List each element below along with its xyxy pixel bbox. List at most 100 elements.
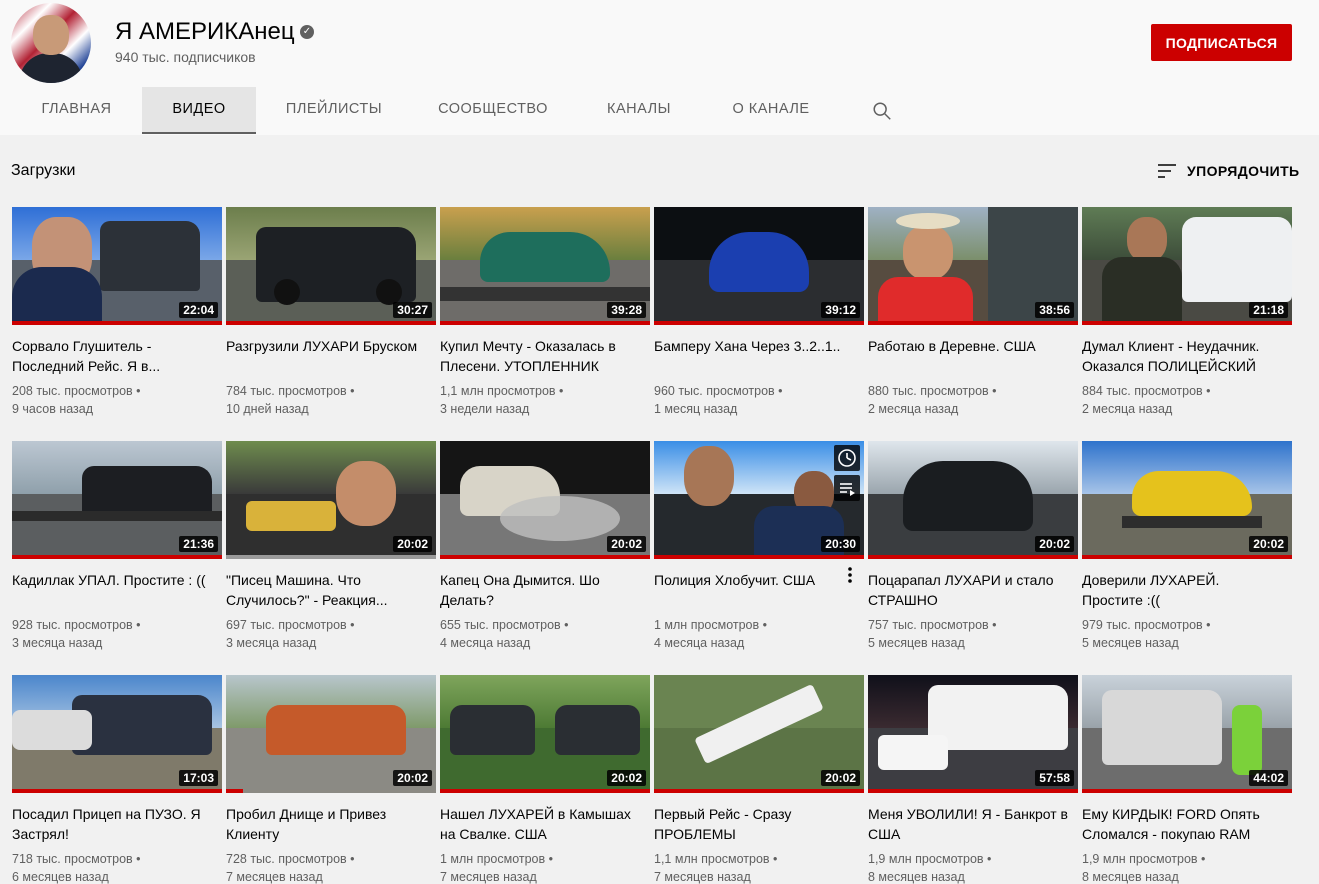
sort-button[interactable]: УПОРЯДОЧИТЬ	[1157, 160, 1300, 182]
video-card[interactable]: 39:12 Бамперу Хана Через 3..2..1.. 960 т…	[654, 207, 864, 418]
video-thumbnail[interactable]: 21:18	[1082, 207, 1292, 325]
video-title[interactable]: Кадиллак УПАЛ. Простите : ((	[12, 570, 222, 610]
view-count: 208 тыс. просмотров	[12, 384, 133, 398]
video-card[interactable]: 44:02 Ему КИРДЫК! FORD Опять Сломался - …	[1082, 675, 1292, 884]
video-title[interactable]: "Писец Машина. Что Случилось?" - Реакция…	[226, 570, 436, 610]
upload-age: 5 месяцев назад	[868, 636, 965, 650]
view-count: 1,9 млн просмотров	[1082, 852, 1198, 866]
video-thumbnail[interactable]: 20:02	[868, 441, 1078, 559]
upload-age: 10 дней назад	[226, 402, 309, 416]
view-count: 1 млн просмотров	[440, 852, 546, 866]
video-card[interactable]: 20:02 Нашел ЛУХАРЕЙ в Камышах на Свалке.…	[440, 675, 650, 884]
video-card[interactable]: 22:04 Сорвало Глушитель - Последний Рейс…	[12, 207, 222, 418]
view-count: 718 тыс. просмотров	[12, 852, 133, 866]
video-thumbnail[interactable]: 20:02	[226, 675, 436, 793]
watch-progress	[868, 555, 1078, 559]
upload-age: 2 месяца назад	[1082, 402, 1173, 416]
tab-home[interactable]: ГЛАВНАЯ	[30, 87, 123, 134]
channel-avatar[interactable]	[11, 3, 91, 83]
upload-age: 3 недели назад	[440, 402, 530, 416]
video-title[interactable]: Сорвало Глушитель - Последний Рейс. Я в.…	[12, 336, 222, 376]
view-count: 655 тыс. просмотров	[440, 618, 561, 632]
upload-age: 3 месяца назад	[12, 636, 103, 650]
video-title[interactable]: Разгрузили ЛУХАРИ Бруском	[226, 336, 436, 376]
video-title[interactable]: Ему КИРДЫК! FORD Опять Сломался - покупа…	[1082, 804, 1292, 844]
video-duration: 20:02	[1249, 536, 1288, 552]
more-options-icon[interactable]	[845, 565, 855, 585]
view-count: 884 тыс. просмотров	[1082, 384, 1203, 398]
verified-check-icon: ✓	[300, 25, 314, 39]
videos-content: Загрузки УПОРЯДОЧИТЬ 22:04 Сорвало Глуши…	[0, 135, 1319, 884]
video-title[interactable]: Поцарапал ЛУХАРИ и стало СТРАШНО	[868, 570, 1078, 610]
video-card[interactable]: 20:02 Доверили ЛУХАРЕЙ. Простите :(( 979…	[1082, 441, 1292, 652]
video-card[interactable]: 20:02 Капец Она Дымится. Шо Делать? 655 …	[440, 441, 650, 652]
video-thumbnail[interactable]: 44:02	[1082, 675, 1292, 793]
video-thumbnail[interactable]: 39:12	[654, 207, 864, 325]
add-to-queue-icon[interactable]	[834, 475, 860, 501]
watch-later-icon[interactable]	[834, 445, 860, 471]
search-icon[interactable]	[871, 100, 893, 122]
video-title[interactable]: Доверили ЛУХАРЕЙ. Простите :((	[1082, 570, 1292, 610]
video-title[interactable]: Работаю в Деревне. США	[868, 336, 1078, 376]
video-title[interactable]: Купил Мечту - Оказалась в Плесени. УТОПЛ…	[440, 336, 650, 376]
tab-playlists[interactable]: ПЛЕЙЛИСТЫ	[276, 87, 392, 134]
upload-age: 7 месяцев назад	[440, 870, 537, 884]
watch-progress	[226, 555, 436, 559]
video-thumbnail[interactable]: 17:03	[12, 675, 222, 793]
view-count: 1,9 млн просмотров	[868, 852, 984, 866]
video-thumbnail[interactable]: 21:36	[12, 441, 222, 559]
video-card[interactable]: 20:30 Полиция Хлобучит. США 1 млн просмо…	[654, 441, 864, 652]
video-thumbnail[interactable]: 38:56	[868, 207, 1078, 325]
video-title[interactable]: Бамперу Хана Через 3..2..1..	[654, 336, 864, 376]
tab-channels[interactable]: КАНАЛЫ	[595, 87, 683, 134]
watch-progress	[1082, 321, 1292, 325]
video-duration: 20:02	[821, 770, 860, 786]
video-card[interactable]: 38:56 Работаю в Деревне. США 880 тыс. пр…	[868, 207, 1078, 418]
view-count: 728 тыс. просмотров	[226, 852, 347, 866]
watch-progress	[440, 321, 650, 325]
video-title[interactable]: Посадил Прицеп на ПУЗО. Я Застрял!	[12, 804, 222, 844]
view-count: 1,1 млн просмотров	[440, 384, 556, 398]
video-card[interactable]: 20:02 Пробил Днище и Привез Клиенту 728 …	[226, 675, 436, 884]
video-card[interactable]: 39:28 Купил Мечту - Оказалась в Плесени.…	[440, 207, 650, 418]
video-card[interactable]: 20:02 Поцарапал ЛУХАРИ и стало СТРАШНО 7…	[868, 441, 1078, 652]
video-duration: 39:28	[607, 302, 646, 318]
video-thumbnail[interactable]: 20:02	[440, 675, 650, 793]
video-title[interactable]: Полиция Хлобучит. США	[654, 570, 864, 610]
video-card[interactable]: 57:58 Меня УВОЛИЛИ! Я - Банкрот в США 1,…	[868, 675, 1078, 884]
video-thumbnail[interactable]: 39:28	[440, 207, 650, 325]
video-title[interactable]: Меня УВОЛИЛИ! Я - Банкрот в США	[868, 804, 1078, 844]
tab-community[interactable]: СООБЩЕСТВО	[430, 87, 556, 134]
video-title[interactable]: Нашел ЛУХАРЕЙ в Камышах на Свалке. США	[440, 804, 650, 844]
upload-age: 2 месяца назад	[868, 402, 959, 416]
video-duration: 20:02	[1035, 536, 1074, 552]
channel-name[interactable]: Я АМЕРИКАнец	[115, 18, 295, 46]
view-count: 1,1 млн просмотров	[654, 852, 770, 866]
watch-progress	[868, 789, 1078, 793]
video-title[interactable]: Первый Рейс - Сразу ПРОБЛЕМЫ	[654, 804, 864, 844]
video-thumbnail[interactable]: 20:30	[654, 441, 864, 559]
video-card[interactable]: 20:02 "Писец Машина. Что Случилось?" - Р…	[226, 441, 436, 652]
video-card[interactable]: 30:27 Разгрузили ЛУХАРИ Бруском 784 тыс.…	[226, 207, 436, 418]
video-thumbnail[interactable]: 22:04	[12, 207, 222, 325]
tab-videos[interactable]: ВИДЕО	[142, 87, 256, 134]
video-thumbnail[interactable]: 30:27	[226, 207, 436, 325]
video-thumbnail[interactable]: 20:02	[226, 441, 436, 559]
video-thumbnail[interactable]: 20:02	[654, 675, 864, 793]
video-duration: 20:02	[607, 770, 646, 786]
subscribe-button[interactable]: ПОДПИСАТЬСЯ	[1151, 24, 1292, 61]
tab-about[interactable]: О КАНАЛЕ	[722, 87, 820, 134]
video-thumbnail[interactable]: 57:58	[868, 675, 1078, 793]
video-card[interactable]: 21:36 Кадиллак УПАЛ. Простите : (( 928 т…	[12, 441, 222, 652]
watch-progress	[654, 789, 864, 793]
video-card[interactable]: 21:18 Думал Клиент - Неудачник. Оказался…	[1082, 207, 1292, 418]
video-title[interactable]: Думал Клиент - Неудачник. Оказался ПОЛИЦ…	[1082, 336, 1292, 376]
video-thumbnail[interactable]: 20:02	[1082, 441, 1292, 559]
view-count: 928 тыс. просмотров	[12, 618, 133, 632]
video-duration: 22:04	[179, 302, 218, 318]
video-card[interactable]: 17:03 Посадил Прицеп на ПУЗО. Я Застрял!…	[12, 675, 222, 884]
video-title[interactable]: Капец Она Дымится. Шо Делать?	[440, 570, 650, 610]
video-title[interactable]: Пробил Днище и Привез Клиенту	[226, 804, 436, 844]
video-thumbnail[interactable]: 20:02	[440, 441, 650, 559]
video-card[interactable]: 20:02 Первый Рейс - Сразу ПРОБЛЕМЫ 1,1 м…	[654, 675, 864, 884]
